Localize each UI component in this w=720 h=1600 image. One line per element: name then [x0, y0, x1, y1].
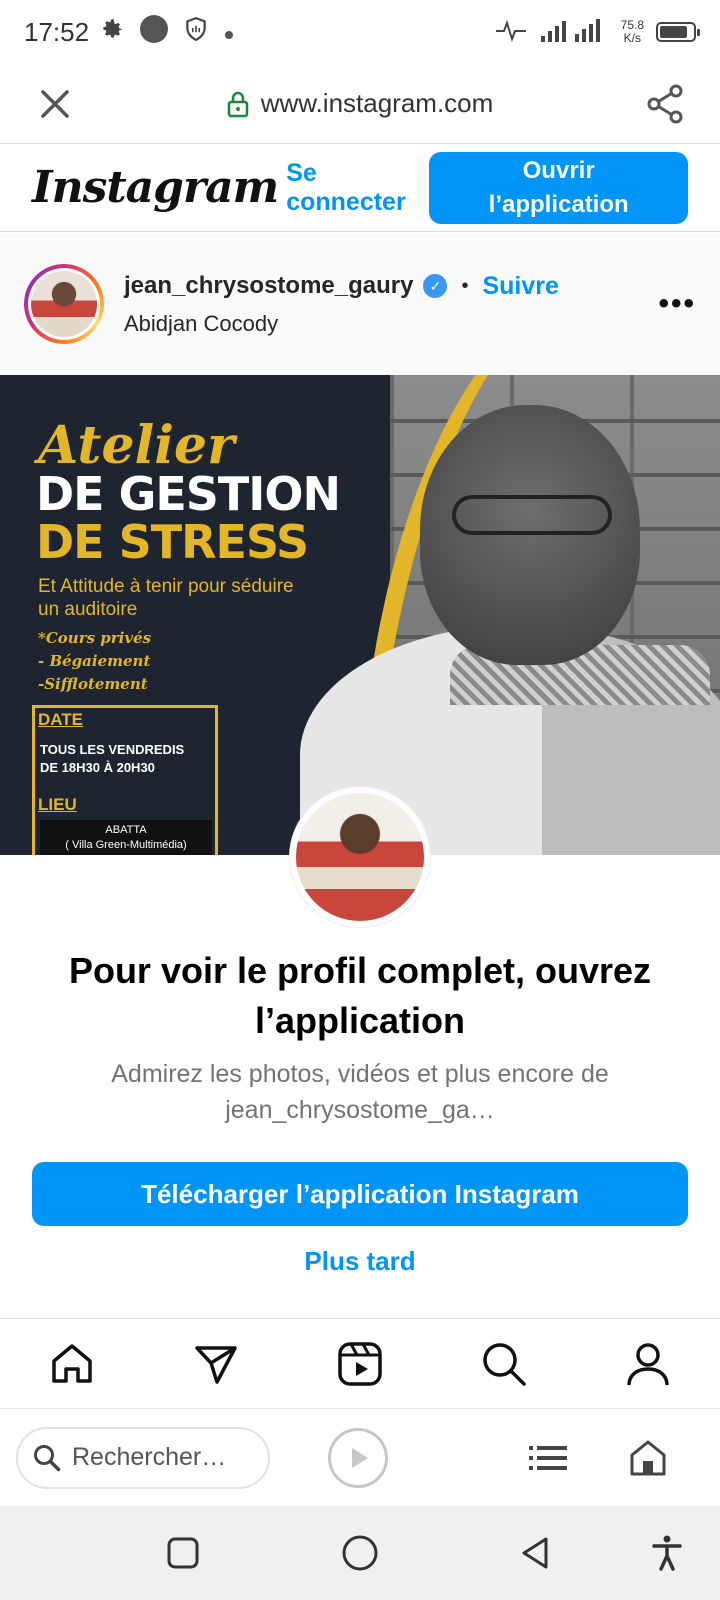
sheet-avatar-photo — [296, 793, 424, 921]
home-icon — [52, 1343, 92, 1383]
later-button[interactable]: Plus tard — [0, 1246, 720, 1277]
avatar[interactable] — [24, 264, 104, 344]
shield-icon — [183, 16, 209, 49]
browser-search-input[interactable]: Rechercher… — [16, 1426, 270, 1489]
network-speed: 75.8 K/s — [621, 19, 644, 45]
flyer-subtitle: Et Attitude à tenir pour séduire un audi… — [38, 576, 294, 620]
back-triangle-icon — [522, 1537, 548, 1569]
flyer-lieu-line1: ABATTA — [105, 824, 147, 836]
profile-icon — [627, 1342, 669, 1385]
nav-profile[interactable] — [612, 1328, 684, 1400]
download-app-button[interactable]: Télécharger l’application Instagram — [32, 1162, 688, 1226]
url-display[interactable]: www.instagram.com — [110, 88, 610, 119]
back-nav-button[interactable] — [510, 1528, 560, 1578]
android-nav-bar — [0, 1506, 720, 1600]
browser-home-button[interactable] — [618, 1428, 678, 1488]
post-header: jean_chrysostome_gaury ✓ • Suivre Abidja… — [0, 233, 720, 375]
settings-icon — [99, 16, 125, 49]
search-icon — [483, 1342, 526, 1386]
person-head — [420, 405, 640, 665]
flyer-title-line2: DE STRESS — [36, 515, 309, 569]
close-icon — [41, 89, 69, 118]
net-speed-unit: K/s — [623, 31, 641, 45]
accessibility-icon — [652, 1535, 682, 1571]
sheet-desc-line1: Admirez les photos, vidéos et plus encor… — [111, 1060, 609, 1088]
follow-button[interactable]: Suivre — [482, 272, 558, 301]
person-glasses — [452, 495, 612, 535]
status-time: 17:52 — [24, 16, 90, 47]
square-icon — [167, 1537, 199, 1569]
flyer-course-2: - Bégaiement — [38, 652, 151, 670]
open-app-button[interactable]: Ouvrir l’application — [429, 151, 688, 224]
avatar-photo — [31, 271, 97, 337]
activity-icon — [495, 19, 527, 46]
share-icon — [647, 84, 683, 123]
dot-icon — [223, 17, 235, 48]
flyer-course-3: -Sifflotement — [38, 675, 148, 693]
browser-search-placeholder: Rechercher… — [72, 1443, 227, 1471]
verified-badge-icon: ✓ — [423, 274, 448, 298]
status-left-icons — [99, 14, 235, 51]
flyer-title-line1: DE GESTION — [36, 467, 341, 521]
flyer-course-1: *Cours privés — [38, 629, 152, 647]
post-location[interactable]: Abidjan Cocody — [124, 311, 559, 337]
lock-icon — [227, 91, 248, 117]
instagram-logo[interactable]: Instagram — [32, 162, 279, 213]
flyer-courses: *Cours privés - Bégaiement -Sifflotement — [38, 627, 151, 696]
instagram-bottom-nav — [0, 1318, 720, 1408]
nav-reels[interactable] — [324, 1328, 396, 1400]
flyer-date-label: DATE — [38, 710, 84, 729]
browser-url-bar: www.instagram.com — [0, 64, 720, 144]
status-right-icons: 75.8 K/s — [495, 18, 700, 47]
url-text: www.instagram.com — [260, 88, 494, 118]
status-bar: 17:52 75.8 K/s — [0, 0, 720, 64]
browser-toolbar: Rechercher… — [0, 1408, 720, 1506]
recent-apps-button[interactable] — [158, 1528, 208, 1578]
instagram-header: Instagram Se connecter Ouvrir l’applicat… — [0, 144, 720, 232]
username-link[interactable]: jean_chrysostome_gaury — [124, 272, 413, 300]
list-icon — [529, 1445, 567, 1470]
flyer-lieu-line2: ( Villa Green-Multimédia) — [65, 839, 187, 851]
separator-dot: • — [461, 274, 469, 297]
flyer-date-line2: DE 18H30 À 20H30 — [40, 760, 155, 775]
nav-home[interactable] — [36, 1328, 108, 1400]
flyer-date-text: TOUS LES VENDREDIS DE 18H30 À 20H30 — [40, 741, 184, 777]
play-icon — [352, 1447, 368, 1468]
home-nav-button[interactable] — [335, 1528, 385, 1578]
battery-icon — [656, 22, 700, 42]
flyer-lieu-text: ABATTA ( Villa Green-Multimédia) — [40, 820, 212, 855]
login-link[interactable]: Se connecter — [286, 159, 429, 217]
home-icon — [630, 1440, 666, 1475]
sheet-title: Pour voir le profil complet, ouvrez l’ap… — [68, 950, 652, 1041]
nav-search[interactable] — [468, 1328, 540, 1400]
share-button[interactable] — [610, 64, 720, 144]
nav-direct[interactable] — [180, 1328, 252, 1400]
flyer-lieu-label: LIEU — [38, 795, 77, 814]
circle-notification-icon — [139, 14, 169, 51]
signal-icon — [539, 18, 609, 47]
sheet-desc-line2: jean_chrysostome_ga… — [225, 1096, 495, 1124]
post-image[interactable]: Atelier DE GESTION DE STRESS Et Attitude… — [0, 375, 720, 855]
more-options-button[interactable]: ••• — [658, 287, 696, 321]
send-icon — [195, 1345, 237, 1384]
media-play-button[interactable] — [328, 1427, 388, 1488]
circle-icon — [342, 1535, 378, 1571]
accessibility-button[interactable] — [642, 1528, 692, 1578]
sheet-description: Admirez les photos, vidéos et plus encor… — [60, 1056, 660, 1128]
post-meta: jean_chrysostome_gaury ✓ • Suivre Abidja… — [124, 272, 559, 337]
tabs-list-button[interactable] — [518, 1428, 578, 1488]
flyer-date-line1: TOUS LES VENDREDIS — [40, 742, 185, 757]
sheet-avatar — [290, 787, 430, 927]
reels-icon — [338, 1341, 382, 1386]
search-icon — [34, 1444, 61, 1471]
close-tab-button[interactable] — [0, 64, 110, 144]
